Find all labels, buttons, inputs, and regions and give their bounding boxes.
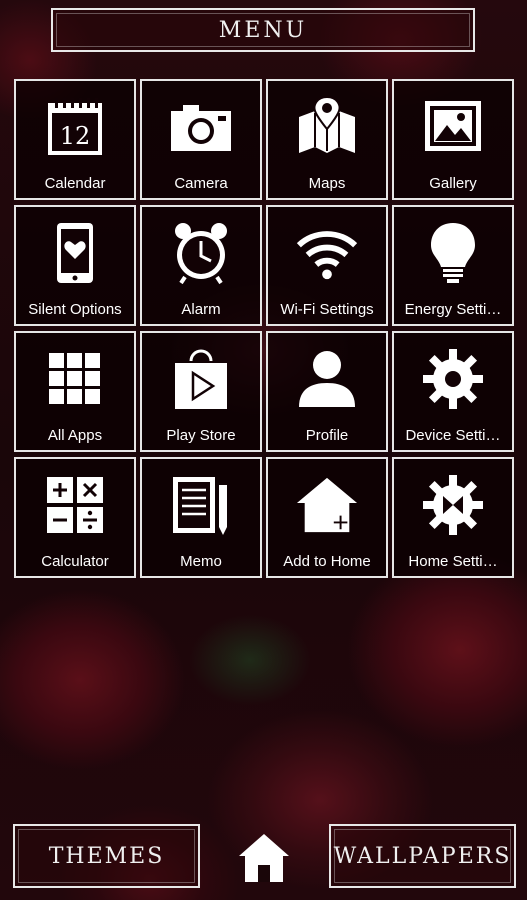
menu-header: MENU [51, 8, 475, 52]
camera-icon [169, 95, 233, 159]
tile-calculator[interactable]: Calculator [14, 457, 136, 578]
themes-button[interactable]: THEMES [13, 824, 200, 888]
tile-calendar[interactable]: 12 Calendar [14, 79, 136, 200]
tile-label: Calculator [41, 553, 109, 570]
tile-profile[interactable]: Profile [266, 331, 388, 452]
tile-label: Camera [174, 175, 228, 192]
tile-maps[interactable]: Maps [266, 79, 388, 200]
tile-label: Silent Options [28, 301, 122, 318]
tile-label: Device Setti… [405, 427, 501, 444]
tile-label: Add to Home [283, 553, 371, 570]
map-icon [295, 95, 359, 159]
tile-label: Home Setti… [408, 553, 498, 570]
tile-label: All Apps [47, 427, 103, 444]
wallpapers-button[interactable]: WALLPAPERS [329, 824, 516, 888]
tile-alarm[interactable]: Alarm [140, 205, 262, 326]
calendar-icon: 12 [43, 95, 107, 159]
tile-label: Profile [305, 427, 349, 444]
tile-label: Play Store [166, 427, 236, 444]
grid-icon [43, 347, 107, 411]
tile-label: Calendar [44, 175, 106, 192]
tile-memo[interactable]: Memo [140, 457, 262, 578]
tile-label: Alarm [181, 301, 221, 318]
tile-label: Wi-Fi Settings [280, 301, 374, 318]
tile-all-apps[interactable]: All Apps [14, 331, 136, 452]
tile-label: Energy Setti… [404, 301, 502, 318]
tile-device-settings[interactable]: Device Setti… [392, 331, 514, 452]
themes-label: THEMES [48, 843, 165, 869]
tile-silent-options[interactable]: Silent Options [14, 205, 136, 326]
tile-label: Gallery [429, 175, 477, 192]
add-home-icon [295, 473, 359, 537]
calendar-day: 12 [60, 122, 91, 150]
wallpapers-label: WALLPAPERS [333, 843, 512, 869]
home-icon[interactable] [237, 832, 291, 884]
tile-play-store[interactable]: Play Store [140, 331, 262, 452]
phone-heart-icon [43, 221, 107, 285]
gear-icon [421, 347, 485, 411]
home-gear-icon [421, 473, 485, 537]
tile-wifi-settings[interactable]: Wi-Fi Settings [266, 205, 388, 326]
menu-title: MENU [218, 17, 308, 43]
wifi-icon [295, 221, 359, 285]
tile-energy-settings[interactable]: Energy Setti… [392, 205, 514, 326]
memo-icon [169, 473, 233, 537]
play-store-icon [169, 347, 233, 411]
person-icon [295, 347, 359, 411]
app-grid: 12 Calendar Camera Maps Gallery Silent O… [14, 79, 514, 578]
tile-label: Memo [180, 553, 222, 570]
gallery-icon [421, 95, 485, 159]
tile-add-to-home[interactable]: Add to Home [266, 457, 388, 578]
tile-gallery[interactable]: Gallery [392, 79, 514, 200]
tile-label: Maps [308, 175, 346, 192]
tile-camera[interactable]: Camera [140, 79, 262, 200]
calculator-icon [43, 473, 107, 537]
tile-home-settings[interactable]: Home Setti… [392, 457, 514, 578]
bulb-icon [421, 221, 485, 285]
alarm-clock-icon [169, 221, 233, 285]
